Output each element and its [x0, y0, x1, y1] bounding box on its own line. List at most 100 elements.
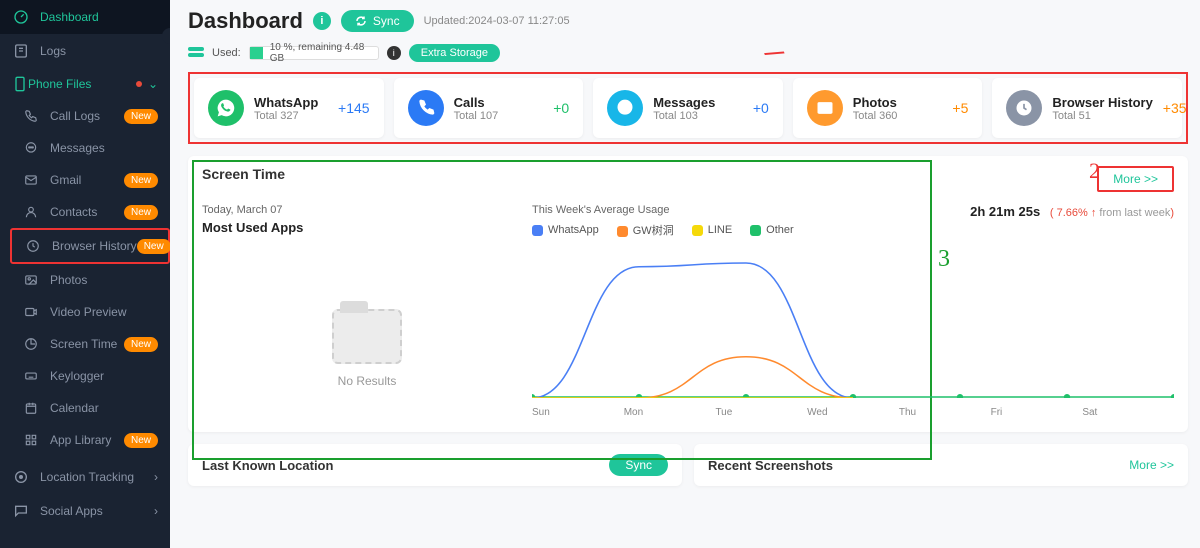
calendar-icon — [22, 399, 40, 417]
updated-text: Updated:2024-03-07 11:27:05 — [424, 15, 570, 27]
keyboard-icon — [22, 367, 40, 385]
phone-files-icon — [12, 76, 28, 92]
sync-button[interactable]: Sync — [341, 10, 414, 32]
sync-label: Sync — [373, 14, 400, 28]
avg-usage-label: This Week's Average Usage — [532, 204, 970, 216]
sidebar-item-label: Call Logs — [50, 109, 124, 123]
card-title: Calls — [454, 95, 499, 110]
sidebar-item-gmail[interactable]: GmailNew — [10, 164, 170, 196]
page-title: Dashboard — [188, 8, 303, 34]
sidebar-social-label: Social Apps — [40, 504, 154, 518]
new-badge: New — [124, 205, 158, 220]
xaxis-label: Fri — [991, 407, 1083, 418]
stat-card-photos[interactable]: PhotosTotal 360+5 — [793, 78, 983, 138]
phone-icon — [22, 107, 40, 125]
sidebar-item-messages[interactable]: Messages — [10, 132, 170, 164]
photo-icon — [807, 90, 843, 126]
stat-card-whatsapp[interactable]: WhatsAppTotal 327+145 — [194, 78, 384, 138]
stat-card-messages[interactable]: MessagesTotal 103+0 — [593, 78, 783, 138]
photo-icon — [22, 271, 40, 289]
sidebar-item-label: App Library — [50, 433, 124, 447]
stat-cards-highlight: WhatsAppTotal 327+145 CallsTotal 107 +0 Mes… — [188, 72, 1188, 144]
sidebar-item-label: Screen Time — [50, 337, 124, 351]
legend-item: WhatsApp — [532, 224, 599, 236]
extra-storage-button[interactable]: Extra Storage — [409, 44, 500, 62]
card-title: Photos — [853, 95, 898, 110]
screen-time-title: Screen Time — [202, 166, 285, 182]
sidebar-item-label: Gmail — [50, 173, 124, 187]
card-delta: +0 — [553, 100, 569, 116]
target-icon — [12, 468, 30, 486]
sidebar-item-photos[interactable]: Photos — [10, 264, 170, 296]
stat-card-calls[interactable]: CallsTotal 107 +0 — [394, 78, 584, 138]
xaxis-label: Sat — [1082, 407, 1174, 418]
legend-item: LINE — [692, 224, 732, 236]
legend-item: Other — [750, 224, 794, 236]
sidebar-item-location-tracking[interactable]: Location Tracking › — [0, 460, 170, 494]
screentime-icon — [22, 335, 40, 353]
location-sync-button[interactable]: Sync — [609, 454, 668, 476]
contact-icon — [22, 203, 40, 221]
storage-text: 10 %, remaining 4.48 GB — [270, 47, 378, 59]
sidebar-item-social-apps[interactable]: Social Apps › — [0, 494, 170, 528]
legend-item: GW树洞 — [617, 222, 674, 238]
screen-time-panel: 2 3 Screen Time More >> Today, March 07 … — [188, 156, 1188, 432]
sidebar-item-logs[interactable]: Logs — [0, 34, 170, 68]
sidebar: Dashboard Logs Phone Files ⌄ Call LogsNe… — [0, 0, 170, 548]
card-subtitle: Total 107 — [454, 110, 499, 122]
card-title: Messages — [653, 95, 715, 110]
sidebar-group-phone-files[interactable]: Phone Files ⌄ — [0, 68, 170, 100]
sidebar-item-keylogger[interactable]: Keylogger — [10, 360, 170, 392]
usage-chart: SunMonTueWedThuFriSat — [532, 248, 1174, 418]
new-badge: New — [124, 433, 158, 448]
sidebar-item-dashboard[interactable]: Dashboard — [0, 0, 170, 34]
annotation-number-2: 2 — [1089, 158, 1100, 184]
card-delta: +35 — [1163, 100, 1187, 116]
sidebar-item-label: Browser History — [52, 239, 137, 253]
chevron-down-icon: ⌄ — [148, 77, 158, 91]
storage-bar: 10 %, remaining 4.48 GB — [249, 46, 379, 60]
sidebar-item-calendar[interactable]: Calendar — [10, 392, 170, 424]
last-known-location-panel: Last Known Location Sync — [188, 444, 682, 486]
whatsapp-icon — [208, 90, 244, 126]
card-delta: +145 — [338, 100, 370, 116]
chat-icon — [22, 139, 40, 157]
most-used-title: Most Used Apps — [202, 220, 532, 235]
sidebar-item-screen-time[interactable]: Screen TimeNew — [10, 328, 170, 360]
sidebar-item-label: Messages — [50, 141, 158, 155]
apps-icon — [22, 431, 40, 449]
total-time: 2h 21m 25s — [970, 204, 1040, 219]
sidebar-item-label: Contacts — [50, 205, 124, 219]
sidebar-item-video-preview[interactable]: Video Preview — [10, 296, 170, 328]
card-subtitle: Total 360 — [853, 110, 898, 122]
more-button[interactable]: More >> — [1097, 166, 1174, 192]
sidebar-item-browser-history[interactable]: Browser HistoryNew — [10, 228, 170, 264]
recent-screenshots-title: Recent Screenshots — [708, 458, 833, 473]
xaxis-label: Tue — [715, 407, 807, 418]
card-title: Browser History — [1052, 95, 1152, 110]
sidebar-item-label: Video Preview — [50, 305, 158, 319]
history-icon — [1006, 90, 1042, 126]
chat-icon — [607, 90, 643, 126]
xaxis-label: Mon — [624, 407, 716, 418]
stat-card-browser-history[interactable]: Browser HistoryTotal 51+35 — [992, 78, 1182, 138]
card-title: WhatsApp — [254, 95, 318, 110]
screenshots-more-link[interactable]: More >> — [1129, 458, 1174, 472]
sidebar-item-contacts[interactable]: ContactsNew — [10, 196, 170, 228]
card-subtitle: Total 103 — [653, 110, 715, 122]
chart-legend: WhatsApp GW树洞 LINE Other — [532, 222, 970, 238]
chevron-right-icon: › — [154, 504, 158, 518]
no-results: No Results — [202, 248, 532, 418]
today-label: Today, March 07 — [202, 204, 532, 216]
sidebar-item-call-logs[interactable]: Call LogsNew — [10, 100, 170, 132]
history-icon — [24, 237, 42, 255]
info-dark-icon[interactable]: i — [387, 46, 401, 60]
new-badge: New — [124, 337, 158, 352]
sidebar-location-label: Location Tracking — [40, 470, 154, 484]
sidebar-item-app-library[interactable]: App LibraryNew — [10, 424, 170, 456]
info-icon[interactable]: i — [313, 12, 331, 30]
last-known-title: Last Known Location — [202, 458, 333, 473]
logs-icon — [12, 42, 30, 60]
sidebar-item-label: Calendar — [50, 401, 158, 415]
video-icon — [22, 303, 40, 321]
